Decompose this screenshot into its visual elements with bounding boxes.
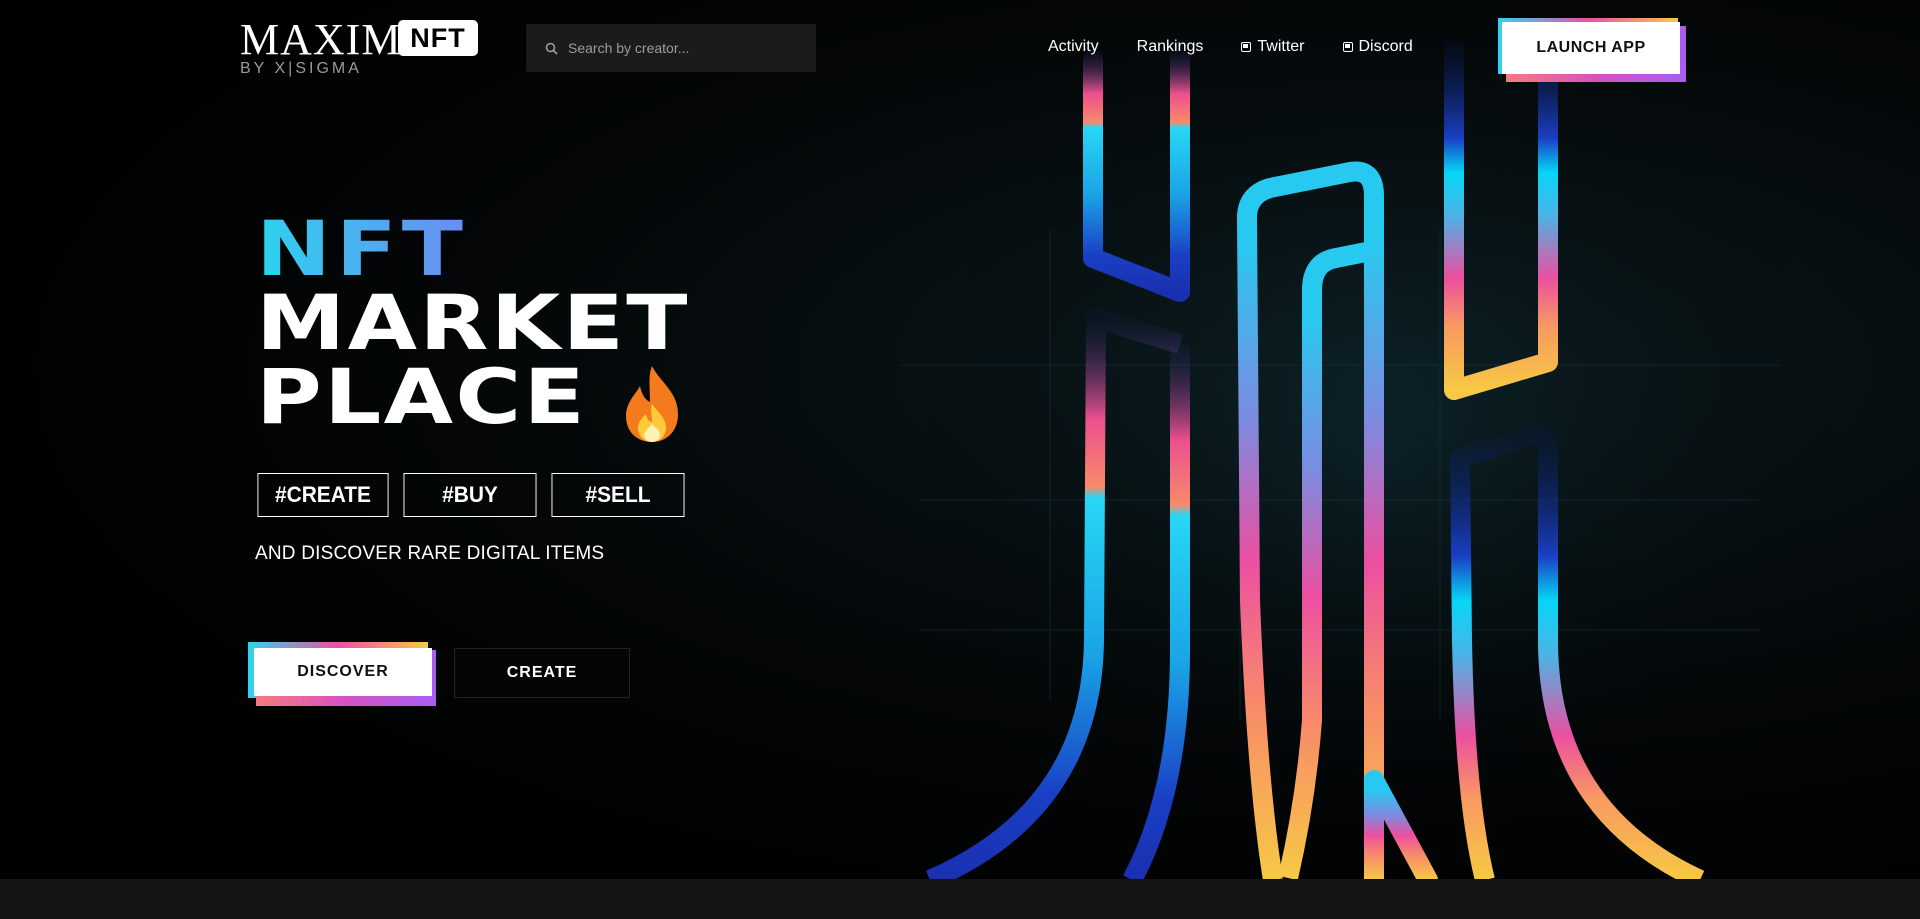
search-icon — [544, 41, 558, 55]
search-bar[interactable] — [526, 24, 816, 72]
nav-twitter-label: Twitter — [1257, 38, 1305, 55]
footer-strip — [0, 879, 1920, 919]
nav-activity-label: Activity — [1048, 38, 1099, 55]
logo-subline: BY X|SIGMA — [240, 60, 362, 77]
discover-button-wrap: DISCOVER — [248, 642, 436, 706]
nav-rankings-label: Rankings — [1136, 38, 1204, 55]
create-button[interactable]: CREATE — [454, 648, 630, 698]
hero-title-market: MARKET — [256, 278, 690, 367]
fire-icon — [626, 366, 678, 442]
discover-button[interactable]: DISCOVER — [254, 648, 432, 696]
hero-tagline: AND DISCOVER RARE DIGITAL ITEMS — [255, 543, 605, 564]
nav-discord-label: Discord — [1358, 38, 1413, 55]
search-input[interactable] — [566, 39, 800, 57]
top-nav: Activity Rankings Twitter Discord — [1048, 38, 1413, 56]
maxim-nft-logo[interactable]: MAXIM NFT BY X|SIGMA — [240, 18, 480, 78]
neon-tubes-illustration — [880, 0, 1880, 880]
logo-brand: MAXIM — [240, 15, 402, 64]
discord-icon — [1342, 42, 1353, 52]
launch-app-button[interactable]: LAUNCH APP — [1502, 22, 1680, 74]
tag-sell: #SELL — [551, 473, 685, 517]
tag-buy: #BUY — [403, 473, 537, 517]
launch-app-button-wrap: LAUNCH APP — [1498, 18, 1686, 82]
nav-twitter[interactable]: Twitter — [1241, 38, 1305, 56]
hero-title-nft: NFT — [256, 211, 690, 287]
nav-rankings[interactable]: Rankings — [1137, 38, 1204, 56]
hero-title: NFT MARKET PLACE — [256, 211, 687, 435]
nav-activity[interactable]: Activity — [1048, 38, 1099, 56]
logo-nft-badge: NFT — [398, 20, 478, 56]
page: MAXIM NFT BY X|SIGMA Activity Rankings T… — [0, 0, 1920, 919]
tag-create: #CREATE — [257, 473, 389, 517]
nav-discord[interactable]: Discord — [1342, 38, 1413, 56]
hero-tags: #CREATE #BUY #SELL — [254, 473, 688, 517]
twitter-icon — [1241, 42, 1252, 52]
